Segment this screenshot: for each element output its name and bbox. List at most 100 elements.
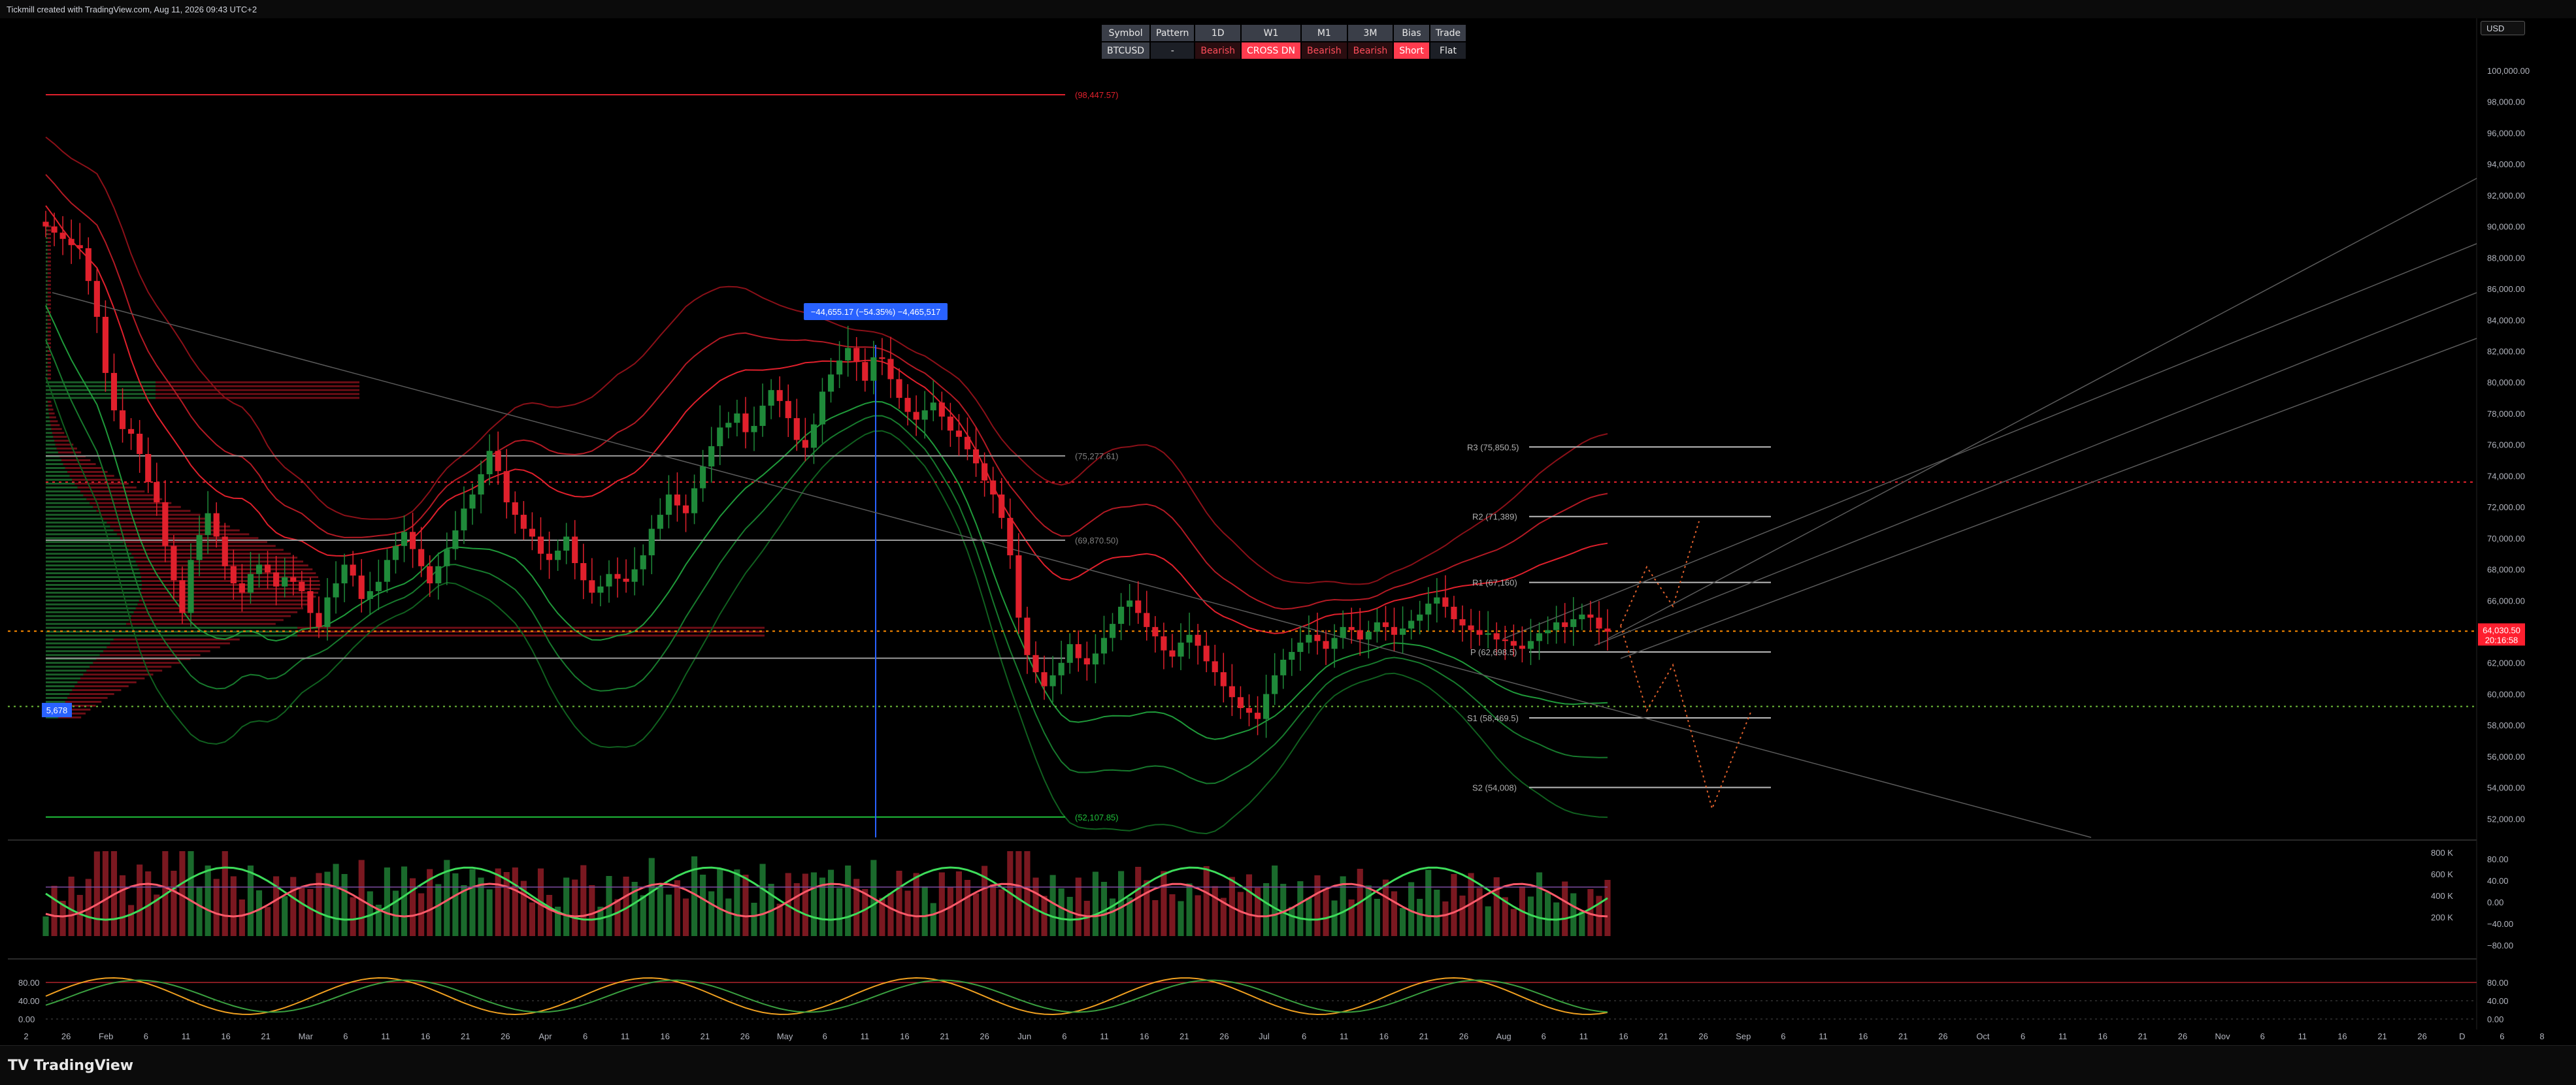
- candle-down: [1562, 622, 1568, 627]
- candle-up: [1272, 675, 1278, 694]
- candle-down: [1229, 686, 1235, 698]
- volume-bar-down: [674, 880, 681, 936]
- time-tick-label: 21: [940, 1031, 949, 1041]
- volume-bar-down: [913, 873, 919, 936]
- profile-bar-down: [47, 353, 51, 356]
- volume-bar-up: [1118, 871, 1125, 936]
- profile-bar-down: [48, 408, 54, 411]
- candle-down: [537, 536, 544, 554]
- candle-up: [1417, 614, 1423, 621]
- profile-bar-up: [46, 482, 75, 485]
- time-tick-label: 11: [1340, 1031, 1349, 1041]
- candle-down: [358, 575, 365, 599]
- volume-bar-up: [700, 875, 706, 936]
- time-tick-label: Aug: [1496, 1031, 1511, 1041]
- time-tick-label: 2: [24, 1031, 28, 1041]
- volume-bar-down: [316, 873, 322, 936]
- profile-bar-up: [46, 662, 93, 664]
- profile-bar-up: [46, 591, 141, 594]
- time-tick-label: 8: [2539, 1031, 2544, 1041]
- candle-down: [1203, 645, 1210, 662]
- profile-bar-up: [46, 346, 48, 349]
- volume-bar-up: [1485, 906, 1491, 936]
- candle-up: [1365, 632, 1372, 640]
- volume-bar-up: [725, 898, 732, 936]
- candle-down: [119, 410, 126, 429]
- profile-bar-down: [47, 319, 51, 321]
- candle-down: [51, 226, 58, 233]
- profile-bar-down: [103, 517, 210, 520]
- profile-bar-up: [46, 276, 48, 278]
- price-tick-label: 78,000.00: [2487, 409, 2525, 419]
- level-label: (75,277.61): [1075, 451, 1119, 461]
- profile-bar-up: [46, 619, 129, 621]
- candle-up: [324, 597, 331, 627]
- candle-down: [110, 372, 118, 411]
- level-label: R2 (71,389): [1472, 512, 1517, 522]
- volume-bar-down: [512, 867, 518, 936]
- candle-down: [879, 357, 885, 359]
- price-chart[interactable]: 100,000.00 98,000.00 96,000.00 94,000.00 92,…: [0, 18, 2576, 1045]
- candle-up: [819, 391, 826, 425]
- profile-bar-down: [103, 650, 210, 653]
- time-tick-label: 6: [1542, 1031, 1546, 1041]
- profile-bar-up: [46, 549, 129, 551]
- profile-bar-down: [47, 327, 51, 329]
- volume-bar-down: [614, 899, 621, 936]
- candle-up: [205, 513, 211, 536]
- price-tick-label: 96,000.00: [2487, 128, 2525, 138]
- volume-bar-down: [1246, 874, 1253, 936]
- profile-bar-down: [80, 490, 145, 493]
- candle-down: [982, 463, 988, 481]
- candle-down: [418, 549, 425, 566]
- candle-up: [768, 390, 774, 406]
- profile-bar-down: [47, 272, 51, 274]
- volume-tick-label: 800 K: [2431, 848, 2453, 858]
- volume-bar-down: [999, 889, 1005, 936]
- candle-down: [76, 245, 83, 249]
- candle-down: [495, 451, 501, 472]
- volume-bar-up: [324, 871, 331, 936]
- profile-bar-down: [120, 537, 259, 540]
- candle-up: [921, 410, 928, 420]
- volume-bar-down: [171, 871, 177, 936]
- profile-bar-down: [65, 700, 102, 703]
- price-tick-label: 80,000.00: [2487, 378, 2525, 387]
- candle-down: [264, 564, 271, 573]
- profile-bar-down: [131, 615, 291, 617]
- profile-bar-up: [46, 365, 48, 368]
- profile-bar-up: [46, 638, 114, 641]
- candle-down: [674, 494, 681, 506]
- profile-bar-up: [46, 280, 48, 282]
- candle-down: [572, 536, 578, 564]
- time-tick-label: Feb: [99, 1031, 113, 1041]
- profile-bar-up: [46, 572, 140, 575]
- profile-bar-up: [46, 498, 87, 500]
- profile-bar-up: [46, 315, 48, 317]
- candle-down: [1152, 626, 1159, 637]
- volume-bar-down: [1382, 879, 1389, 936]
- time-tick-label: 11: [2298, 1031, 2307, 1041]
- price-tick-label: 62,000.00: [2487, 658, 2525, 668]
- profile-bar-down: [93, 662, 181, 664]
- volume-bar-up: [717, 869, 723, 936]
- candle-down: [520, 515, 527, 529]
- time-tick-label: Oct: [1976, 1031, 1990, 1041]
- price-tick-label: 98,000.00: [2487, 97, 2525, 107]
- candle-down: [85, 248, 91, 282]
- volume-bar-up: [845, 866, 851, 936]
- profile-bar-down: [56, 447, 77, 450]
- profile-bar-down: [47, 323, 51, 325]
- tradingview-logo[interactable]: 𝗧𝗩 TradingView: [8, 1058, 133, 1074]
- candle-down: [785, 400, 791, 419]
- candle-up: [845, 348, 851, 361]
- time-tick-label: 11: [1579, 1031, 1589, 1041]
- volume-bar-down: [350, 897, 356, 936]
- profile-bar-up: [46, 463, 63, 466]
- candle-up: [1545, 630, 1551, 634]
- volume-bar-down: [1562, 881, 1568, 936]
- projection-up: [1620, 521, 1700, 626]
- volume-bar-down: [1195, 895, 1201, 936]
- candle-down: [171, 545, 177, 581]
- price-tick-label: 92,000.00: [2487, 191, 2525, 201]
